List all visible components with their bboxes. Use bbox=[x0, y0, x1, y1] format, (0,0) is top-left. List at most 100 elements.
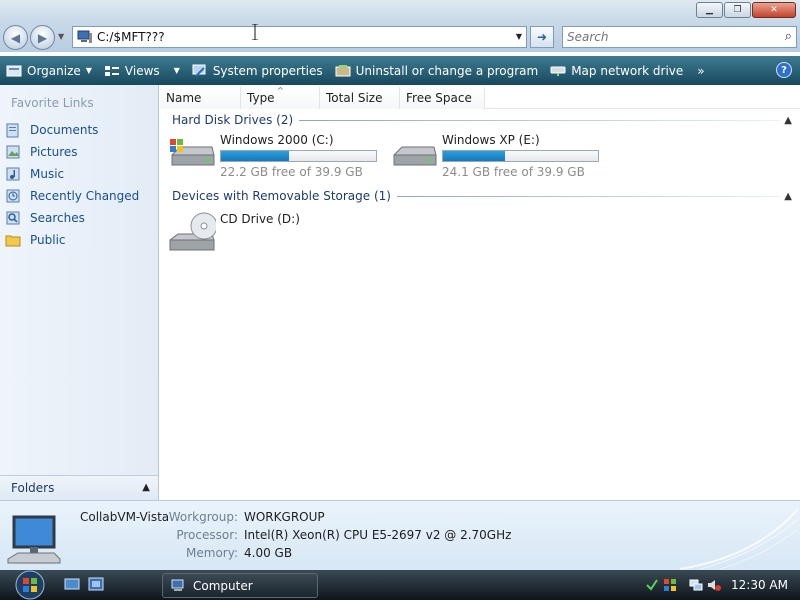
uninstall-icon bbox=[335, 64, 351, 76]
close-icon: ✕ bbox=[770, 5, 778, 15]
back-arrow-icon: ◀ bbox=[10, 30, 21, 45]
column-header-total-size[interactable]: Total Size bbox=[320, 87, 400, 109]
taskbar-button-label: Computer bbox=[193, 578, 253, 593]
drive-info: CD Drive (D:) bbox=[220, 212, 300, 258]
drive-name: Windows XP (E:) bbox=[442, 133, 540, 147]
folders-label: Folders bbox=[11, 481, 55, 495]
sidebar-item-documents[interactable]: Documents bbox=[5, 119, 139, 141]
volume-muted-icon[interactable] bbox=[707, 578, 721, 592]
column-header-type[interactable]: Type ^ bbox=[241, 86, 320, 109]
map-network-label: Map network drive bbox=[571, 63, 684, 78]
column-header-free-space[interactable]: Free Space bbox=[400, 87, 485, 109]
column-headers: Name Type ^ Total Size Free Space bbox=[160, 86, 800, 109]
network-drive-icon bbox=[550, 66, 566, 76]
forward-button[interactable]: ▶ bbox=[30, 25, 55, 50]
chevron-down-icon: ▼ bbox=[85, 66, 92, 75]
drive-item-d[interactable]: CD Drive (D:) bbox=[168, 210, 300, 258]
clock[interactable]: 12:30 AM bbox=[731, 578, 788, 592]
sidebar-item-label: Recently Changed bbox=[30, 189, 140, 203]
go-button[interactable]: ➜ bbox=[530, 26, 554, 48]
drive-info: Windows XP (E:) 24.1 GB free of 39.9 GB bbox=[442, 133, 599, 179]
help-button[interactable]: ? bbox=[776, 62, 792, 78]
folders-toggle[interactable]: Folders ▲ bbox=[0, 475, 158, 500]
computer-icon bbox=[171, 579, 184, 591]
group-header-removable[interactable]: Devices with Removable Storage (1) ▲ bbox=[172, 187, 792, 205]
sidebar-item-searches[interactable]: Searches bbox=[5, 207, 139, 229]
computer-name: CollabVM-Vista bbox=[80, 510, 170, 524]
sidebar-item-pictures[interactable]: Pictures bbox=[5, 141, 139, 163]
workgroup-label: Workgroup: bbox=[168, 510, 238, 524]
drive-item-e[interactable]: Windows XP (E:) 24.1 GB free of 39.9 GB bbox=[390, 133, 599, 179]
forward-arrow-icon: ▶ bbox=[37, 30, 48, 45]
switch-windows-icon[interactable] bbox=[88, 577, 104, 591]
taskbar-button-computer[interactable]: Computer bbox=[162, 573, 318, 598]
maximize-button[interactable]: ❐ bbox=[724, 2, 751, 18]
favorite-links-list: Documents Pictures Music Recently Change… bbox=[5, 119, 139, 251]
windows-drive-icon bbox=[170, 139, 215, 166]
windows-flag-icon[interactable] bbox=[663, 578, 677, 592]
arrow-right-icon: ➜ bbox=[536, 30, 548, 44]
free-space-text: 22.2 GB free of 39.9 GB bbox=[220, 165, 363, 179]
decorative-swoosh bbox=[679, 508, 799, 570]
organize-label: Organize bbox=[27, 63, 81, 78]
organize-icon bbox=[6, 65, 22, 76]
usage-bar bbox=[220, 150, 377, 162]
sidebar-item-label: Documents bbox=[30, 123, 99, 137]
minimize-icon: ▁ bbox=[706, 5, 713, 15]
computer-icon bbox=[77, 30, 92, 43]
chevron-up-icon: ▲ bbox=[784, 114, 792, 126]
organize-button[interactable]: Organize ▼ bbox=[0, 56, 98, 85]
address-bar[interactable]: ▼ bbox=[72, 26, 527, 48]
title-bar: ▁ ❐ ✕ bbox=[0, 0, 800, 22]
computer-icon bbox=[7, 515, 61, 564]
close-button[interactable]: ✕ bbox=[752, 2, 796, 18]
sidebar-item-public[interactable]: Public bbox=[5, 229, 139, 251]
drive-item-c[interactable]: Windows 2000 (C:) 22.2 GB free of 39.9 G… bbox=[168, 133, 377, 179]
magnifier-icon[interactable]: ⌕ bbox=[785, 29, 792, 44]
back-button[interactable]: ◀ bbox=[3, 25, 28, 50]
group-divider bbox=[299, 119, 781, 121]
column-header-name[interactable]: Name bbox=[160, 87, 241, 109]
address-input[interactable] bbox=[97, 30, 507, 44]
chevron-down-icon: ▼ bbox=[173, 66, 180, 75]
chevron-up-icon: ▲ bbox=[142, 482, 150, 493]
processor-label: Processor: bbox=[176, 528, 238, 542]
chevron-up-icon: ▲ bbox=[784, 190, 792, 202]
show-desktop-icon[interactable] bbox=[64, 577, 80, 591]
search-input[interactable] bbox=[567, 30, 767, 44]
address-row: ◀ ▶ ▼ ▼ ➜ ⌕ bbox=[0, 22, 800, 52]
sidebar-item-music[interactable]: Music bbox=[5, 163, 139, 185]
navigation-pane: Favorite Links Documents Pictures Music … bbox=[0, 85, 159, 500]
sidebar-item-label: Music bbox=[30, 167, 65, 181]
search-box[interactable]: ⌕ bbox=[562, 26, 797, 48]
start-button[interactable] bbox=[10, 570, 50, 600]
usage-bar bbox=[442, 150, 599, 162]
taskbar: Computer 12:30 AM bbox=[0, 570, 800, 600]
views-label: Views bbox=[124, 63, 160, 78]
command-bar: Organize ▼ Views ▼ System properties Uni… bbox=[0, 56, 800, 85]
uninstall-program-button[interactable]: Uninstall or change a program bbox=[329, 56, 545, 85]
views-button[interactable]: Views ▼ bbox=[98, 56, 186, 85]
uninstall-label: Uninstall or change a program bbox=[355, 63, 539, 78]
hard-drive-icon bbox=[393, 146, 437, 166]
toolbar-overflow-button[interactable]: » bbox=[689, 64, 712, 78]
security-center-icon[interactable] bbox=[645, 578, 659, 592]
group-header-hard-disks[interactable]: Hard Disk Drives (2) ▲ bbox=[172, 111, 792, 129]
chevron-down-icon[interactable]: ▼ bbox=[516, 32, 522, 41]
music-icon bbox=[6, 167, 20, 181]
group-title: Devices with Removable Storage (1) bbox=[172, 189, 391, 203]
text-cursor-icon bbox=[252, 24, 258, 40]
sidebar-item-recently-changed[interactable]: Recently Changed bbox=[5, 185, 139, 207]
system-properties-button[interactable]: System properties bbox=[186, 56, 329, 85]
favorite-links-title: Favorite Links bbox=[11, 96, 94, 110]
views-icon bbox=[104, 65, 119, 76]
network-icon[interactable] bbox=[689, 578, 703, 592]
recent-pages-dropdown[interactable]: ▼ bbox=[58, 32, 64, 41]
drive-name: Windows 2000 (C:) bbox=[220, 133, 334, 147]
details-pane: CollabVM-Vista Workgroup: WORKGROUP Proc… bbox=[0, 500, 800, 570]
map-network-drive-button[interactable]: Map network drive bbox=[544, 56, 689, 85]
pictures-icon bbox=[6, 145, 20, 159]
minimize-button[interactable]: ▁ bbox=[696, 2, 723, 18]
memory-label: Memory: bbox=[186, 546, 238, 560]
group-divider bbox=[396, 195, 781, 197]
